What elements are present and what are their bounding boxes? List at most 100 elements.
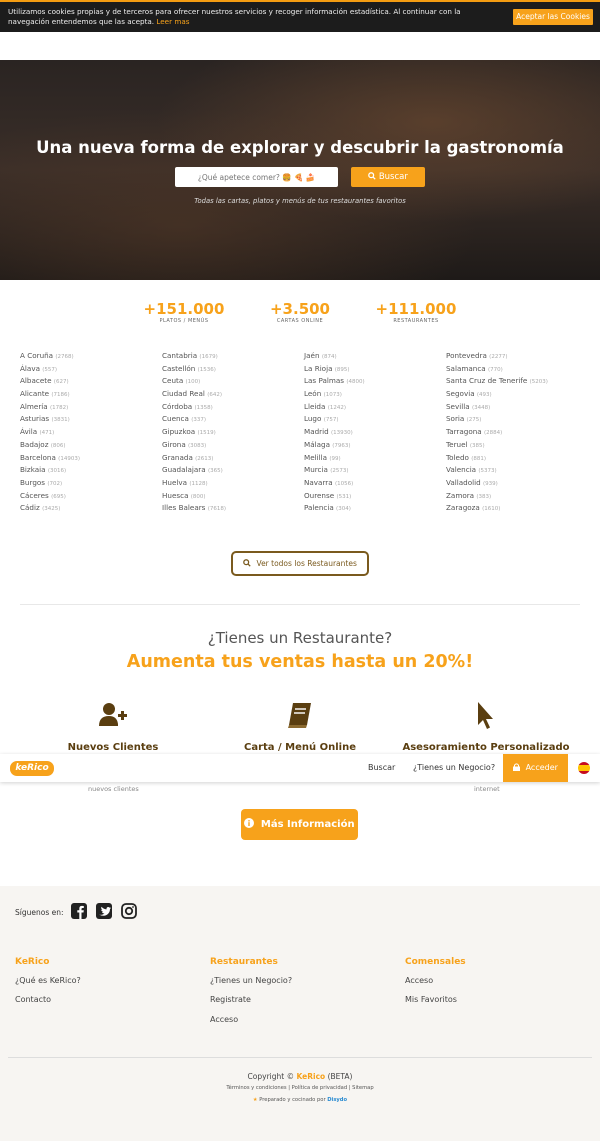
cookie-message: Utilizamos cookies propias y de terceros… bbox=[8, 7, 461, 26]
more-info-button[interactable]: Más Información bbox=[241, 809, 358, 840]
province-link[interactable]: Zamora (383) bbox=[446, 490, 586, 503]
province-link[interactable]: Málaga (7963) bbox=[304, 439, 444, 452]
province-link[interactable]: Lleida (1242) bbox=[304, 401, 444, 414]
province-link[interactable]: Salamanca (770) bbox=[446, 363, 586, 376]
search-input[interactable] bbox=[175, 167, 338, 187]
province-link[interactable]: La Rioja (895) bbox=[304, 363, 444, 376]
province-count: (3831) bbox=[51, 417, 70, 424]
province-link[interactable]: Soria (275) bbox=[446, 413, 586, 426]
province-name: Lleida bbox=[304, 401, 326, 411]
province-link[interactable]: Gipuzkoa (1519) bbox=[162, 426, 302, 439]
province-count: (627) bbox=[53, 379, 69, 386]
province-count: (806) bbox=[50, 442, 66, 449]
province-link[interactable]: Madrid (13930) bbox=[304, 426, 444, 439]
user-plus-icon bbox=[99, 703, 127, 726]
province-name: La Rioja bbox=[304, 363, 333, 373]
province-count: (1073) bbox=[323, 392, 342, 399]
accept-cookies-button[interactable]: Aceptar las Cookies bbox=[513, 9, 593, 25]
province-link[interactable]: Burgos (702) bbox=[20, 477, 160, 490]
search-button[interactable]: Buscar bbox=[351, 167, 425, 187]
province-link[interactable]: Tarragona (2884) bbox=[446, 426, 586, 439]
footer-link-favorites[interactable]: Mis Favoritos bbox=[405, 995, 457, 1004]
province-link[interactable]: Cáceres (695) bbox=[20, 490, 160, 503]
province-count: (4800) bbox=[346, 379, 365, 386]
footer-link-what-is-kerico[interactable]: ¿Qué es KeRico? bbox=[15, 976, 81, 985]
facebook-icon[interactable] bbox=[71, 903, 87, 919]
province-link[interactable]: Bizkaia (3016) bbox=[20, 464, 160, 477]
province-link[interactable]: Badajoz (806) bbox=[20, 439, 160, 452]
province-link[interactable]: Teruel (385) bbox=[446, 439, 586, 452]
footer-link-register[interactable]: Registrate bbox=[210, 995, 251, 1004]
province-link[interactable]: Huelva (1128) bbox=[162, 477, 302, 490]
province-count: (5373) bbox=[478, 468, 497, 475]
footer-link-contact[interactable]: Contacto bbox=[15, 995, 51, 1004]
province-link[interactable]: Córdoba (1358) bbox=[162, 401, 302, 414]
kerico-logo[interactable]: keRico bbox=[10, 761, 54, 776]
book-icon bbox=[288, 703, 311, 728]
spain-flag-icon[interactable] bbox=[578, 762, 590, 774]
province-link[interactable]: Pontevedra (2277) bbox=[446, 350, 586, 363]
province-link[interactable]: Illes Balears (7618) bbox=[162, 502, 302, 515]
province-link[interactable]: León (1073) bbox=[304, 388, 444, 401]
province-link[interactable]: Barcelona (14903) bbox=[20, 452, 160, 465]
province-name: Córdoba bbox=[162, 401, 193, 411]
footer-link-diner-access[interactable]: Acceso bbox=[405, 976, 433, 985]
province-name: Zaragoza bbox=[446, 503, 480, 513]
province-link[interactable]: A Coruña (2768) bbox=[20, 350, 160, 363]
cursor-icon bbox=[478, 702, 493, 729]
cookie-read-more-link[interactable]: Leer mas bbox=[156, 17, 189, 26]
instagram-icon[interactable] bbox=[121, 903, 137, 919]
nav-search-link[interactable]: Buscar bbox=[368, 754, 395, 782]
province-link[interactable]: Albacete (627) bbox=[20, 375, 160, 388]
copyright-brand[interactable]: KeRico bbox=[296, 1072, 325, 1081]
province-link[interactable]: Valencia (5373) bbox=[446, 464, 586, 477]
info-icon bbox=[244, 818, 255, 828]
province-link[interactable]: Sevilla (3448) bbox=[446, 401, 586, 414]
province-link[interactable]: Granada (2613) bbox=[162, 452, 302, 465]
province-count: (1536) bbox=[197, 366, 216, 373]
province-link[interactable]: Santa Cruz de Tenerife (5203) bbox=[446, 375, 586, 388]
province-link[interactable]: Ciudad Real (642) bbox=[162, 388, 302, 401]
nav-business-link[interactable]: ¿Tienes un Negocio? bbox=[413, 754, 495, 782]
province-link[interactable]: Cuenca (337) bbox=[162, 413, 302, 426]
province-link[interactable]: Cádiz (3425) bbox=[20, 502, 160, 515]
province-name: Burgos bbox=[20, 477, 46, 487]
province-link[interactable]: Toledo (881) bbox=[446, 452, 586, 465]
province-link[interactable]: Melilla (99) bbox=[304, 452, 444, 465]
province-count: (100) bbox=[185, 379, 201, 386]
legal-links[interactable]: Términos y condiciones | Política de pri… bbox=[0, 1085, 600, 1091]
province-link[interactable]: Guadalajara (365) bbox=[162, 464, 302, 477]
province-link[interactable]: Lugo (757) bbox=[304, 413, 444, 426]
province-link[interactable]: Almería (1782) bbox=[20, 401, 160, 414]
province-link[interactable]: Ourense (531) bbox=[304, 490, 444, 503]
province-link[interactable]: Castellón (1536) bbox=[162, 363, 302, 376]
credits-brand[interactable]: Disydo bbox=[327, 1097, 347, 1103]
province-link[interactable]: Las Palmas (4800) bbox=[304, 375, 444, 388]
login-button[interactable]: Acceder bbox=[503, 754, 568, 782]
province-link[interactable]: Jaén (874) bbox=[304, 350, 444, 363]
province-link[interactable]: Huesca (800) bbox=[162, 490, 302, 503]
stat-label: CARTAS ONLINE bbox=[276, 318, 324, 324]
province-column: A Coruña (2768) Álava (557) Albacete (627)… bbox=[20, 350, 160, 515]
province-link[interactable]: Murcia (2573) bbox=[304, 464, 444, 477]
province-link[interactable]: Álava (557) bbox=[20, 363, 160, 376]
province-link[interactable]: Palencia (304) bbox=[304, 502, 444, 515]
province-link[interactable]: Navarra (1056) bbox=[304, 477, 444, 490]
footer-link-have-business[interactable]: ¿Tienes un Negocio? bbox=[210, 976, 292, 985]
province-link[interactable]: Segovia (493) bbox=[446, 388, 586, 401]
view-all-label: Ver todos los Restaurantes bbox=[256, 559, 357, 568]
province-link[interactable]: Ceuta (100) bbox=[162, 375, 302, 388]
view-all-restaurants-button[interactable]: Ver todos los Restaurantes bbox=[231, 551, 369, 576]
footer-link-restaurant-access[interactable]: Acceso bbox=[210, 1015, 238, 1024]
footer-heading-kerico: KeRico bbox=[15, 957, 50, 967]
province-link[interactable]: Alicante (7186) bbox=[20, 388, 160, 401]
province-name: Las Palmas bbox=[304, 376, 345, 386]
province-link[interactable]: Cantabria (1679) bbox=[162, 350, 302, 363]
province-link[interactable]: Valladolid (939) bbox=[446, 477, 586, 490]
province-name: Bizkaia bbox=[20, 465, 46, 475]
province-link[interactable]: Girona (3083) bbox=[162, 439, 302, 452]
province-link[interactable]: Ávila (471) bbox=[20, 426, 160, 439]
province-link[interactable]: Zaragoza (1610) bbox=[446, 502, 586, 515]
twitter-icon[interactable] bbox=[96, 903, 112, 919]
province-link[interactable]: Asturias (3831) bbox=[20, 413, 160, 426]
